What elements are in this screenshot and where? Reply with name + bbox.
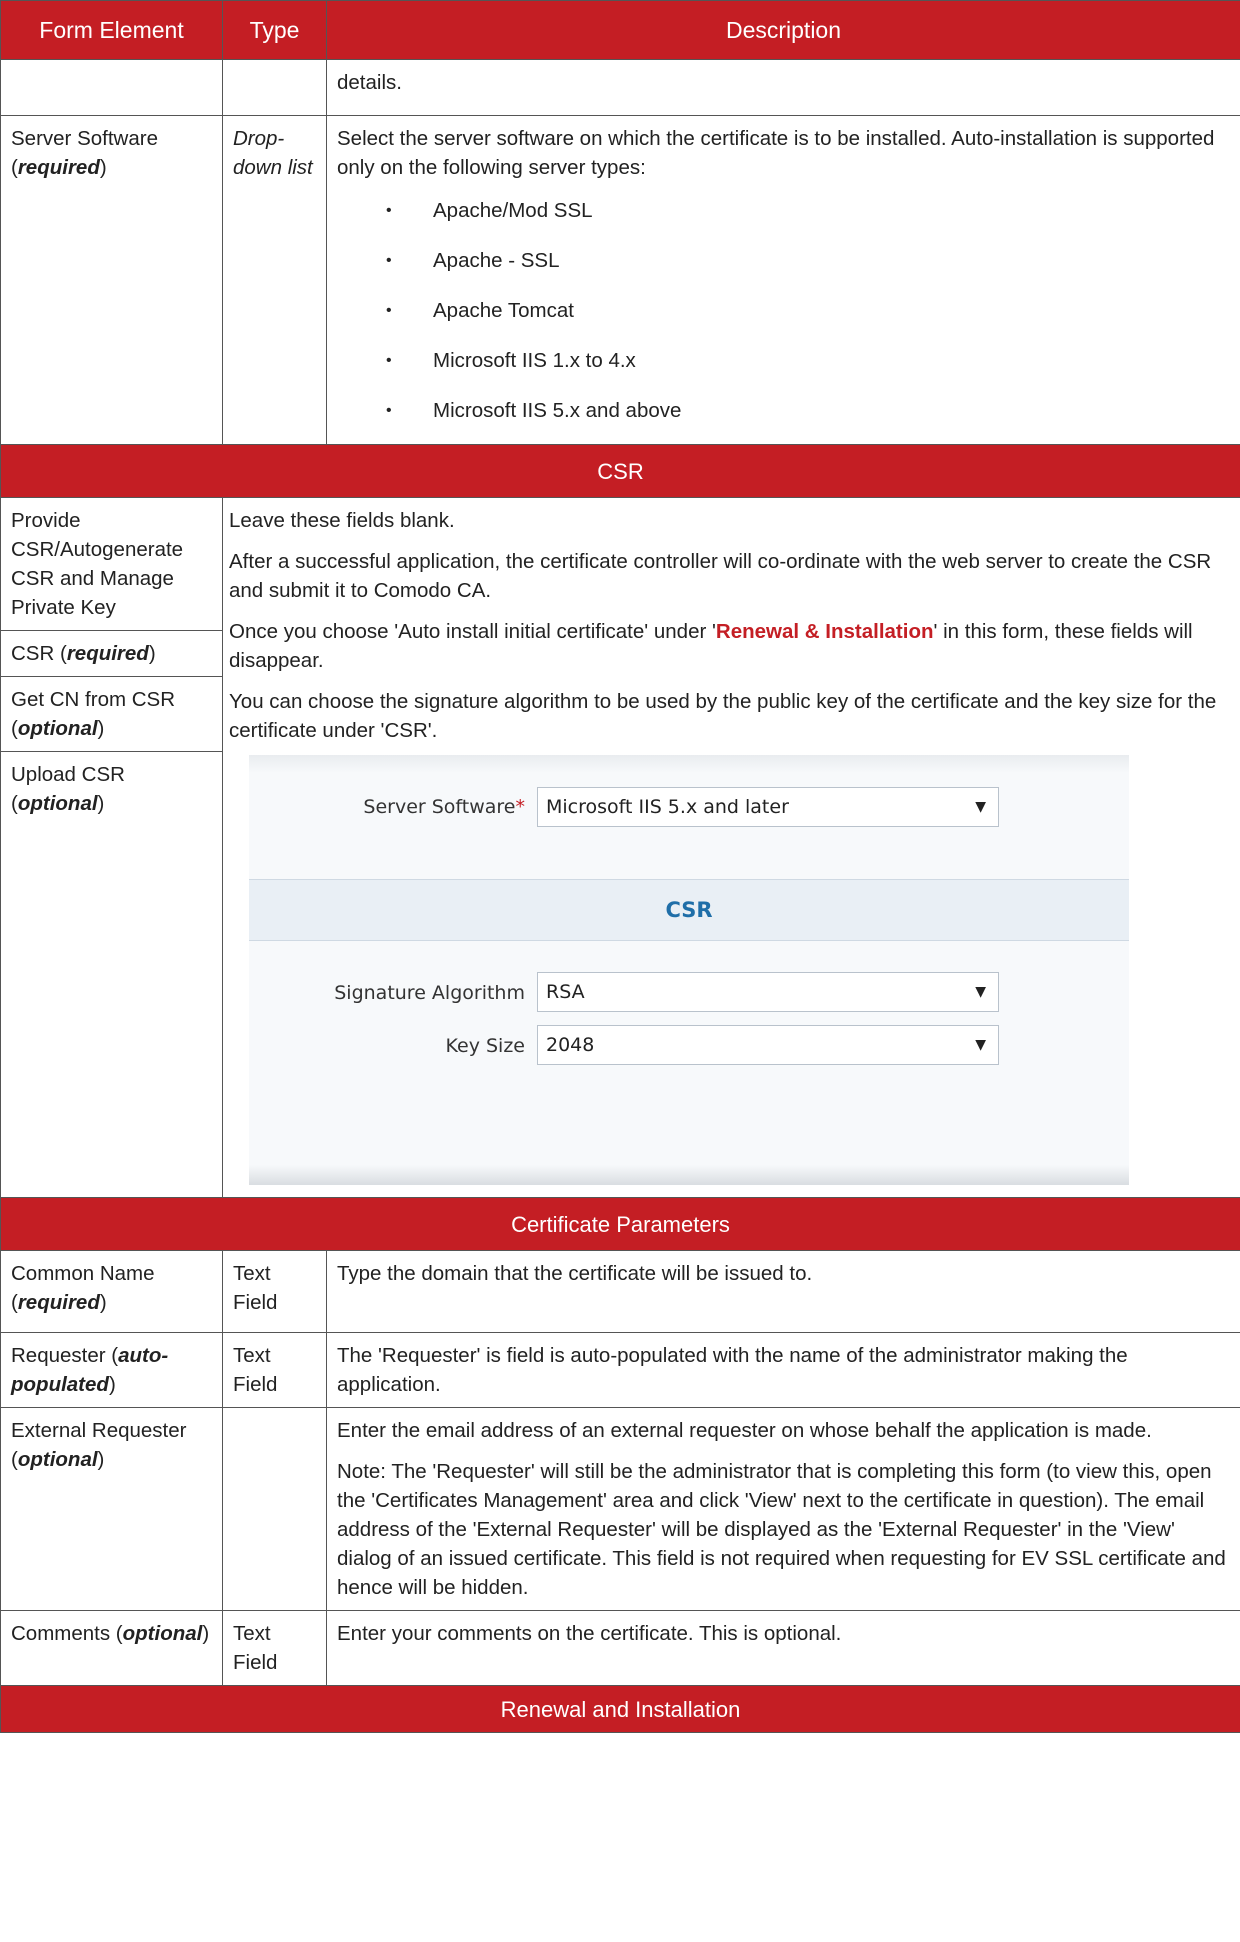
chevron-down-icon: ▼ <box>975 1037 986 1053</box>
qualifier: required <box>17 1291 100 1314</box>
qualifier: optional <box>122 1622 203 1645</box>
csr-field-names: Provide CSR/Autogenerate CSR and Manage … <box>0 497 223 1198</box>
field-type: Text Field <box>222 1610 327 1686</box>
field-type: Text Field <box>222 1332 327 1408</box>
table-row: details. <box>0 59 1240 116</box>
list-item: Microsoft IIS 1.x to 4.x <box>386 336 1230 386</box>
field-desc: Select the server software on which the … <box>326 115 1240 445</box>
field-name: Provide CSR/Autogenerate CSR and Manage … <box>11 509 184 619</box>
qualifier: optional <box>17 792 98 815</box>
table-header-row: Form Element Type Description <box>0 0 1240 60</box>
field-name: Get CN from CSR (optional) <box>1 676 222 751</box>
field-desc: Enter your comments on the certificate. … <box>326 1610 1240 1686</box>
server-types-list: Apache/Mod SSL Apache - SSL Apache Tomca… <box>337 186 1230 436</box>
header-description: Description <box>326 0 1240 60</box>
field-type: Text Field <box>222 1250 327 1333</box>
chevron-down-icon: ▼ <box>975 984 986 1000</box>
chevron-down-icon: ▼ <box>975 799 986 815</box>
list-item: Microsoft IIS 5.x and above <box>386 386 1230 436</box>
row-details-desc: details. <box>326 59 1240 116</box>
list-item: Apache Tomcat <box>386 286 1230 336</box>
field-type <box>222 1407 327 1611</box>
renewal-installation-link[interactable]: Renewal & Installation <box>716 620 934 643</box>
csr-band-title: CSR <box>249 879 1129 941</box>
table-row-common-name: Common Name (required) Text Field Type t… <box>0 1250 1240 1333</box>
field-name: Common Name (required) <box>0 1250 223 1333</box>
field-name: Server Software (required) <box>0 115 223 445</box>
key-size-label: Key Size <box>445 1035 526 1057</box>
field-name: CSR (required) <box>1 630 222 676</box>
section-header-certificate-parameters: Certificate Parameters <box>0 1197 1240 1251</box>
field-desc: Enter the email address of an external r… <box>326 1407 1240 1611</box>
table-row-requester: Requester (auto-populated) Text Field Th… <box>0 1332 1240 1408</box>
field-type: Drop-down list <box>222 115 327 445</box>
section-header-csr: CSR <box>0 444 1240 498</box>
key-size-select[interactable]: 2048 ▼ <box>537 1025 999 1065</box>
field-name: External Requester (optional) <box>0 1407 223 1611</box>
field-name: Upload CSR (optional) <box>1 751 222 826</box>
qualifier: required <box>17 156 100 179</box>
table-row-comments: Comments (optional) Text Field Enter you… <box>0 1610 1240 1686</box>
list-item: Apache/Mod SSL <box>386 186 1230 236</box>
field-desc: The 'Requester' is field is auto-populat… <box>326 1332 1240 1408</box>
header-form-element: Form Element <box>0 0 223 60</box>
csr-form-screenshot: Server Software* Microsoft IIS 5.x and l… <box>249 755 1129 1185</box>
server-software-select[interactable]: Microsoft IIS 5.x and later ▼ <box>537 787 999 827</box>
csr-desc: Leave these fields blank. After a succes… <box>222 497 1240 1198</box>
signature-algorithm-select[interactable]: RSA ▼ <box>537 972 999 1012</box>
field-name: Requester (auto-populated) <box>0 1332 223 1408</box>
form-elements-table: Form Element Type Description details. S… <box>0 0 1240 1733</box>
table-row-server-software: Server Software (required) Drop-down list… <box>0 115 1240 445</box>
table-row-external-requester: External Requester (optional) Enter the … <box>0 1407 1240 1611</box>
field-name: Comments (optional) <box>0 1610 223 1686</box>
qualifier: optional <box>17 717 98 740</box>
section-header-renewal: Renewal and Installation <box>0 1685 1240 1733</box>
list-item: Apache - SSL <box>386 236 1230 286</box>
qualifier: optional <box>17 1448 98 1471</box>
signature-algorithm-label: Signature Algorithm <box>334 982 525 1004</box>
qualifier: required <box>66 642 149 665</box>
field-note: Note: The 'Requester' will still be the … <box>337 1460 1226 1599</box>
server-software-label: Server Software* <box>363 796 525 818</box>
header-type: Type <box>222 0 327 60</box>
field-desc: Type the domain that the certificate wil… <box>326 1250 1240 1333</box>
table-row-csr: Provide CSR/Autogenerate CSR and Manage … <box>0 497 1240 1198</box>
